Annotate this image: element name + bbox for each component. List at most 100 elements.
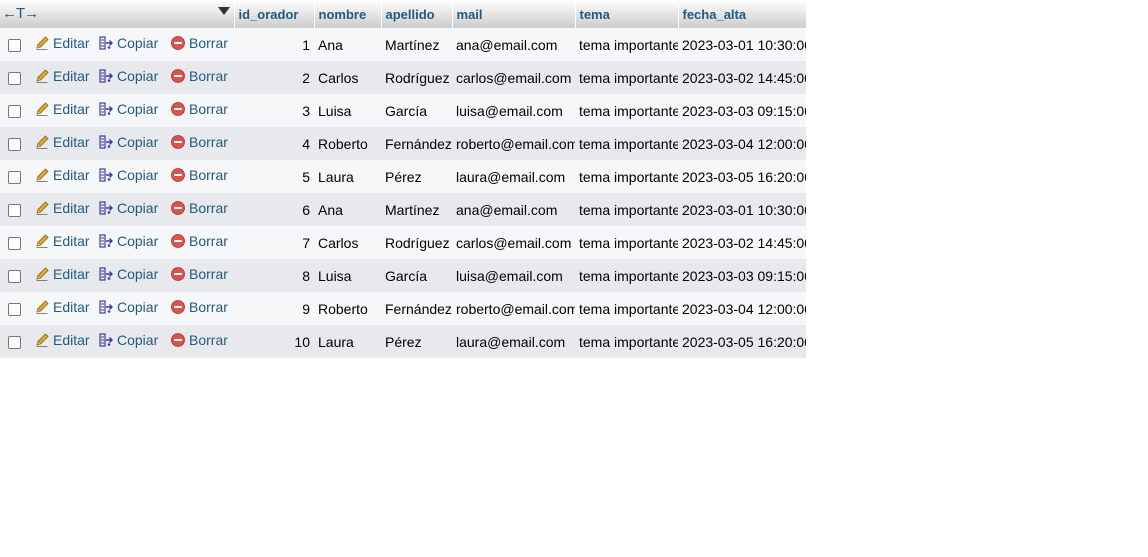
copy-button[interactable]: Copiar xyxy=(98,134,158,150)
cell-apellido[interactable]: Pérez xyxy=(381,160,452,193)
cell-id-orador[interactable]: 6 xyxy=(234,193,314,226)
copy-button[interactable]: Copiar xyxy=(98,101,158,117)
column-header-id-orador[interactable]: id_orador xyxy=(234,0,315,28)
edit-button[interactable]: Editar xyxy=(34,167,90,183)
delete-button[interactable]: Borrar xyxy=(170,35,228,51)
delete-button[interactable]: Borrar xyxy=(170,134,228,150)
edit-button[interactable]: Editar xyxy=(34,299,90,315)
copy-button[interactable]: Copiar xyxy=(98,266,158,282)
delete-button[interactable]: Borrar xyxy=(170,266,228,282)
edit-button[interactable]: Editar xyxy=(34,200,90,216)
cell-tema[interactable]: tema importante xyxy=(575,28,678,61)
cell-fecha-alta[interactable]: 2023-03-02 14:45:00 xyxy=(678,61,806,94)
row-checkbox[interactable] xyxy=(8,270,21,284)
row-checkbox[interactable] xyxy=(8,105,21,119)
cell-tema[interactable]: tema importante xyxy=(575,94,678,127)
cell-fecha-alta[interactable]: 2023-03-04 12:00:00 xyxy=(678,292,806,325)
cell-mail[interactable]: ana@email.com xyxy=(452,28,575,61)
column-header-tema[interactable]: tema xyxy=(575,0,679,28)
cell-tema[interactable]: tema importante xyxy=(575,292,678,325)
delete-button[interactable]: Borrar xyxy=(170,332,228,348)
row-checkbox[interactable] xyxy=(8,204,21,218)
cell-mail[interactable]: laura@email.com xyxy=(452,160,575,193)
delete-button[interactable]: Borrar xyxy=(170,299,228,315)
cell-mail[interactable]: carlos@email.com xyxy=(452,226,575,259)
cell-id-orador[interactable]: 5 xyxy=(234,160,314,193)
cell-apellido[interactable]: García xyxy=(381,259,452,292)
copy-button[interactable]: Copiar xyxy=(98,332,158,348)
cell-mail[interactable]: roberto@email.com xyxy=(452,292,575,325)
cell-apellido[interactable]: Rodríguez xyxy=(381,226,452,259)
cell-tema[interactable]: tema importante xyxy=(575,325,678,358)
cell-nombre[interactable]: Carlos xyxy=(314,61,381,94)
cell-id-orador[interactable]: 7 xyxy=(234,226,314,259)
cell-tema[interactable]: tema importante xyxy=(575,259,678,292)
cell-mail[interactable]: roberto@email.com xyxy=(452,127,575,160)
cell-nombre[interactable]: Laura xyxy=(314,160,381,193)
cell-fecha-alta[interactable]: 2023-03-03 09:15:00 xyxy=(678,94,806,127)
column-nav-arrows[interactable]: ←T→ xyxy=(2,5,39,22)
copy-button[interactable]: Copiar xyxy=(98,200,158,216)
copy-button[interactable]: Copiar xyxy=(98,299,158,315)
row-checkbox[interactable] xyxy=(8,336,21,350)
delete-button[interactable]: Borrar xyxy=(170,167,228,183)
cell-nombre[interactable]: Roberto xyxy=(314,292,381,325)
cell-apellido[interactable]: Rodríguez xyxy=(381,61,452,94)
column-header-apellido[interactable]: apellido xyxy=(381,0,453,28)
cell-id-orador[interactable]: 2 xyxy=(234,61,314,94)
cell-nombre[interactable]: Ana xyxy=(314,193,381,226)
cell-tema[interactable]: tema importante xyxy=(575,160,678,193)
cell-mail[interactable]: ana@email.com xyxy=(452,193,575,226)
cell-tema[interactable]: tema importante xyxy=(575,193,678,226)
column-header-fecha-alta[interactable]: fecha_alta xyxy=(678,0,807,28)
cell-apellido[interactable]: Fernández xyxy=(381,127,452,160)
cell-fecha-alta[interactable]: 2023-03-03 09:15:00 xyxy=(678,259,806,292)
cell-mail[interactable]: luisa@email.com xyxy=(452,259,575,292)
cell-id-orador[interactable]: 1 xyxy=(234,28,314,61)
edit-button[interactable]: Editar xyxy=(34,266,90,282)
row-checkbox[interactable] xyxy=(8,138,21,152)
edit-button[interactable]: Editar xyxy=(34,68,90,84)
cell-fecha-alta[interactable]: 2023-03-05 16:20:00 xyxy=(678,160,806,193)
cell-id-orador[interactable]: 8 xyxy=(234,259,314,292)
delete-button[interactable]: Borrar xyxy=(170,101,228,117)
cell-id-orador[interactable]: 10 xyxy=(234,325,314,358)
edit-button[interactable]: Editar xyxy=(34,233,90,249)
edit-button[interactable]: Editar xyxy=(34,332,90,348)
cell-mail[interactable]: luisa@email.com xyxy=(452,94,575,127)
edit-button[interactable]: Editar xyxy=(34,35,90,51)
row-checkbox[interactable] xyxy=(8,39,21,53)
cell-nombre[interactable]: Luisa xyxy=(314,94,381,127)
copy-button[interactable]: Copiar xyxy=(98,167,158,183)
row-checkbox[interactable] xyxy=(8,72,21,86)
cell-fecha-alta[interactable]: 2023-03-01 10:30:00 xyxy=(678,28,806,61)
cell-tema[interactable]: tema importante xyxy=(575,226,678,259)
cell-nombre[interactable]: Luisa xyxy=(314,259,381,292)
cell-apellido[interactable]: Fernández xyxy=(381,292,452,325)
copy-button[interactable]: Copiar xyxy=(98,233,158,249)
cell-id-orador[interactable]: 4 xyxy=(234,127,314,160)
delete-button[interactable]: Borrar xyxy=(170,68,228,84)
sort-desc-icon[interactable] xyxy=(217,7,230,15)
cell-tema[interactable]: tema importante xyxy=(575,61,678,94)
cell-apellido[interactable]: Martínez xyxy=(381,28,452,61)
cell-tema[interactable]: tema importante xyxy=(575,127,678,160)
cell-nombre[interactable]: Ana xyxy=(314,28,381,61)
column-header-mail[interactable]: mail xyxy=(452,0,576,28)
cell-nombre[interactable]: Roberto xyxy=(314,127,381,160)
column-header-nombre[interactable]: nombre xyxy=(314,0,382,28)
delete-button[interactable]: Borrar xyxy=(170,200,228,216)
cell-fecha-alta[interactable]: 2023-03-05 16:20:00 xyxy=(678,325,806,358)
cell-id-orador[interactable]: 3 xyxy=(234,94,314,127)
cell-apellido[interactable]: García xyxy=(381,94,452,127)
cell-apellido[interactable]: Pérez xyxy=(381,325,452,358)
cell-nombre[interactable]: Carlos xyxy=(314,226,381,259)
cell-fecha-alta[interactable]: 2023-03-04 12:00:00 xyxy=(678,127,806,160)
delete-button[interactable]: Borrar xyxy=(170,233,228,249)
edit-button[interactable]: Editar xyxy=(34,134,90,150)
row-checkbox[interactable] xyxy=(8,237,21,251)
edit-button[interactable]: Editar xyxy=(34,101,90,117)
cell-mail[interactable]: carlos@email.com xyxy=(452,61,575,94)
copy-button[interactable]: Copiar xyxy=(98,68,158,84)
cell-id-orador[interactable]: 9 xyxy=(234,292,314,325)
